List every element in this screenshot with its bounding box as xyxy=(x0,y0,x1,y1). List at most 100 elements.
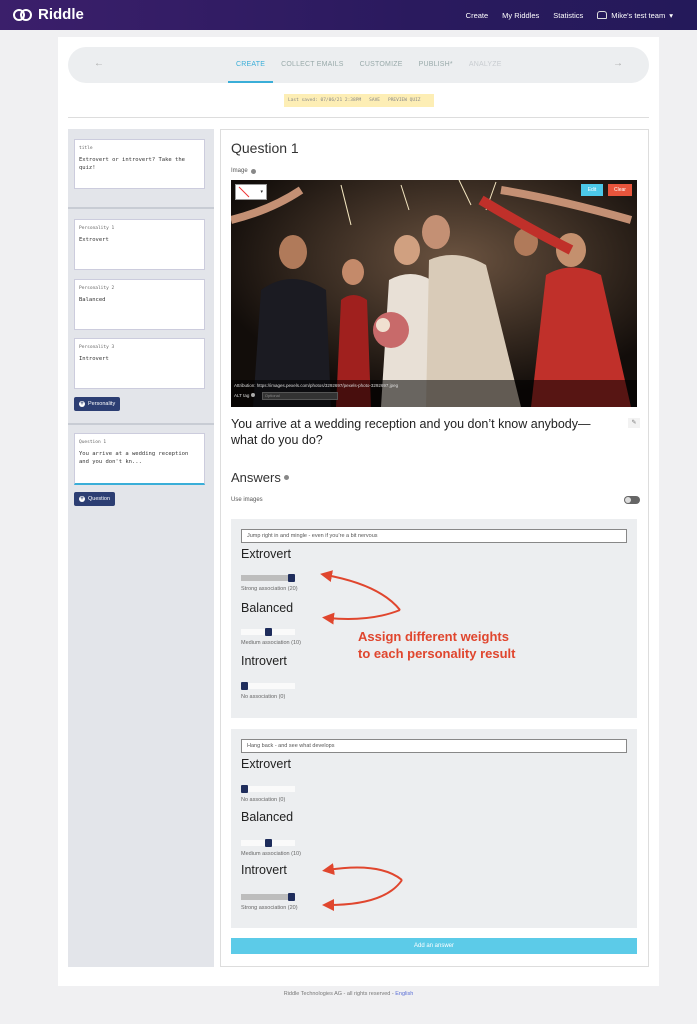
slider-handle[interactable] xyxy=(288,893,295,901)
team-icon xyxy=(597,11,608,19)
top-navbar: Riddle Create My Riddles Statistics Mike… xyxy=(0,0,697,30)
association-label: No association (0) xyxy=(241,694,286,700)
annotation-line: to each personality result xyxy=(358,646,516,661)
answer-block: Jump right in and mingle - even if you’r… xyxy=(231,519,637,718)
slider-handle[interactable] xyxy=(241,682,248,690)
plus-icon: + xyxy=(79,401,85,407)
annotation-callout: Assign different weights to each persona… xyxy=(358,628,516,662)
slider-fill xyxy=(241,575,288,581)
sidebar-title-card[interactable]: title Extrovert or introvert? Take the q… xyxy=(74,139,205,189)
tab-customize[interactable]: CUSTOMIZE xyxy=(352,47,411,83)
card-label: Personality 1 xyxy=(79,226,115,231)
tab-collect-emails[interactable]: COLLECT EMAILS xyxy=(273,47,352,83)
preview-quiz-button[interactable]: PREVIEW QUIZ xyxy=(388,98,421,103)
nav-link-create[interactable]: Create xyxy=(466,11,489,20)
slider-handle[interactable] xyxy=(288,574,295,582)
card-text: Extrovert xyxy=(79,237,109,243)
use-images-label: Use images xyxy=(231,497,263,503)
plus-icon: + xyxy=(79,496,85,502)
question-editor: Question 1 Image ▾ Edit Clear Attributio… xyxy=(220,129,649,967)
alt-tag-input[interactable]: Optional xyxy=(261,392,338,400)
team-dropdown[interactable]: Mike's test team ▾ xyxy=(597,11,673,20)
sidebar-personality-card[interactable]: Personality 3 Introvert xyxy=(74,338,205,389)
card-text: Extrovert or introvert? Take the quiz! xyxy=(79,157,185,171)
association-slider[interactable] xyxy=(241,893,295,901)
info-icon[interactable] xyxy=(283,475,289,480)
personality-name: Balanced xyxy=(241,810,294,824)
question-image[interactable]: ▾ Edit Clear Attribution: https://images… xyxy=(231,180,637,407)
button-label: Personality xyxy=(88,401,116,407)
slider-fill xyxy=(241,894,288,900)
association-slider[interactable] xyxy=(241,628,295,636)
slider-handle[interactable] xyxy=(265,628,272,636)
info-icon[interactable] xyxy=(250,168,256,174)
personality-name: Introvert xyxy=(241,654,287,668)
add-question-button[interactable]: + Question xyxy=(74,492,116,506)
next-step-arrow-icon[interactable]: → xyxy=(613,58,623,69)
question-title: Question 1 xyxy=(231,140,299,156)
card-text: Introvert xyxy=(79,356,109,362)
add-personality-button[interactable]: + Personality xyxy=(74,397,121,411)
image-source-dropdown[interactable]: ▾ xyxy=(235,184,267,200)
association-slider[interactable] xyxy=(241,682,295,690)
brand-logo[interactable]: Riddle xyxy=(13,6,84,23)
riddle-logo-icon xyxy=(13,8,33,22)
tab-create[interactable]: CREATE xyxy=(228,47,274,83)
alt-tag-label: ALT tag xyxy=(234,393,250,399)
answer-text-input[interactable]: Hang back - and see what develops xyxy=(241,739,627,753)
association-slider[interactable] xyxy=(241,839,295,847)
chevron-down-icon: ▾ xyxy=(669,10,673,20)
save-bar: Last saved: 07/06/21 2:38PM SAVE PREVIEW… xyxy=(284,94,434,107)
answers-heading: Answers xyxy=(231,470,289,485)
slider-handle[interactable] xyxy=(265,839,272,847)
annotation-line: Assign different weights xyxy=(358,629,509,644)
chevron-down-icon: ▾ xyxy=(260,189,263,195)
association-slider[interactable] xyxy=(241,574,295,582)
language-link[interactable]: English xyxy=(395,991,413,997)
personality-name: Balanced xyxy=(241,601,294,615)
answer-block: Hang back - and see what develops Extrov… xyxy=(231,729,637,928)
association-label: No association (0) xyxy=(241,797,286,803)
association-label: Medium association (10) xyxy=(241,851,301,857)
use-images-toggle[interactable] xyxy=(624,496,640,504)
main-card: ← CREATE COLLECT EMAILS CUSTOMIZE PUBLIS… xyxy=(58,37,659,986)
image-clear-button[interactable]: Clear xyxy=(608,184,632,196)
association-slider[interactable] xyxy=(241,785,295,793)
tab-publish[interactable]: PUBLISH* xyxy=(411,47,461,83)
attribution-url[interactable]: https://images.pexels.com/photos/3292697… xyxy=(257,383,398,388)
association-label: Medium association (10) xyxy=(241,640,301,646)
slider-handle[interactable] xyxy=(241,785,248,793)
personality-name: Extrovert xyxy=(241,547,292,561)
info-icon[interactable] xyxy=(250,393,255,398)
image-edit-button[interactable]: Edit xyxy=(581,184,603,196)
sidebar-divider xyxy=(68,207,214,209)
edit-pencil-icon[interactable]: ✎ xyxy=(628,418,640,428)
tab-analyze: ANALYZE xyxy=(468,61,502,68)
question-text[interactable]: You arrive at a wedding reception and yo… xyxy=(231,416,611,448)
footer-text: Riddle Technologies AG - all rights rese… xyxy=(283,991,396,997)
save-button[interactable]: SAVE xyxy=(369,98,380,103)
personality-name: Introvert xyxy=(241,863,287,877)
image-label: Image xyxy=(231,168,256,174)
card-text: Balanced xyxy=(79,297,106,303)
sidebar-divider xyxy=(68,423,214,425)
team-name: Mike's test team xyxy=(611,10,666,20)
nav-link-my-riddles[interactable]: My Riddles xyxy=(502,11,539,20)
previous-step-arrow-icon[interactable]: ← xyxy=(94,58,104,69)
add-answer-button[interactable]: Add an answer xyxy=(231,938,637,954)
attribution-label: Attribution: xyxy=(234,383,256,388)
divider xyxy=(68,117,649,118)
answers-title: Answers xyxy=(231,470,281,485)
sidebar-question-card[interactable]: Question 1 You arrive at a wedding recep… xyxy=(74,433,205,485)
sidebar-personality-card[interactable]: Personality 1 Extrovert xyxy=(74,219,205,270)
association-label: Strong association (20) xyxy=(241,586,298,592)
sidebar-personality-card[interactable]: Personality 2 Balanced xyxy=(74,279,205,330)
nav-link-statistics[interactable]: Statistics xyxy=(553,11,583,20)
wedding-photo xyxy=(231,180,637,407)
answer-text-input[interactable]: Jump right in and mingle - even if you’r… xyxy=(241,529,627,543)
attribution-bar: Attribution: https://images.pexels.com/p… xyxy=(231,380,637,407)
last-saved-text: Last saved: 07/06/21 2:38PM xyxy=(288,98,362,103)
card-label: title xyxy=(79,146,93,151)
association-label: Strong association (20) xyxy=(241,905,298,911)
card-text: You arrive at a wedding reception and yo… xyxy=(79,451,189,465)
